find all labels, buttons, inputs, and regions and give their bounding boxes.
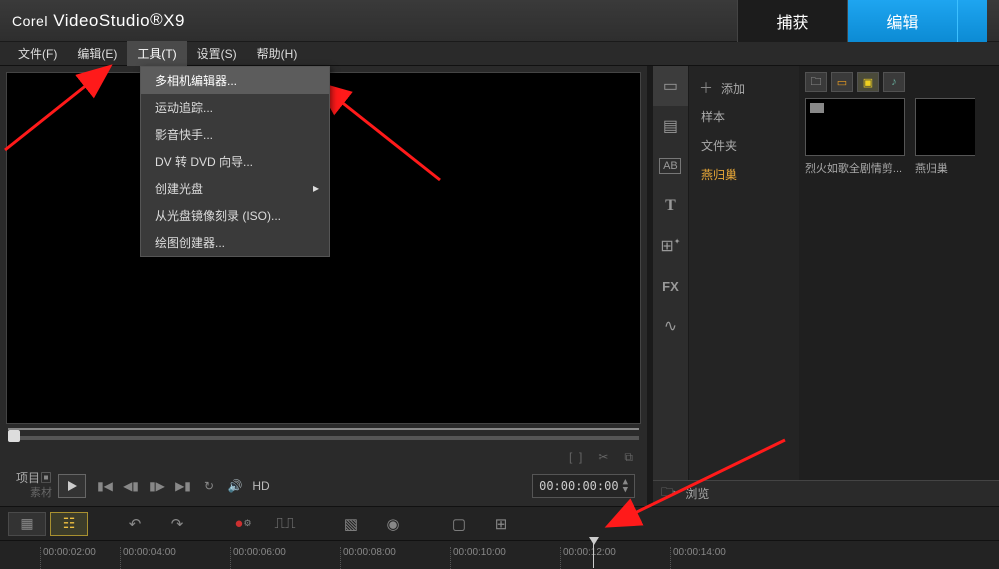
tools-dropdown: 多相机编辑器... 运动追踪... 影音快手... DV 转 DVD 向导...… xyxy=(140,66,330,257)
menu-painting-creator[interactable]: 绘图创建器... xyxy=(141,229,329,256)
menu-multi-camera-editor[interactable]: 多相机编辑器... xyxy=(141,67,329,94)
submenu-arrow-icon: ▸ xyxy=(313,181,319,195)
menu-movie-wizard[interactable]: 影音快手... xyxy=(141,121,329,148)
menu-create-disc[interactable]: 创建光盘▸ xyxy=(141,175,329,202)
menu-burn-iso[interactable]: 从光盘镜像刻录 (ISO)... xyxy=(141,202,329,229)
menu-motion-tracking[interactable]: 运动追踪... xyxy=(141,94,329,121)
menu-dv-to-dvd[interactable]: DV 转 DVD 向导... xyxy=(141,148,329,175)
